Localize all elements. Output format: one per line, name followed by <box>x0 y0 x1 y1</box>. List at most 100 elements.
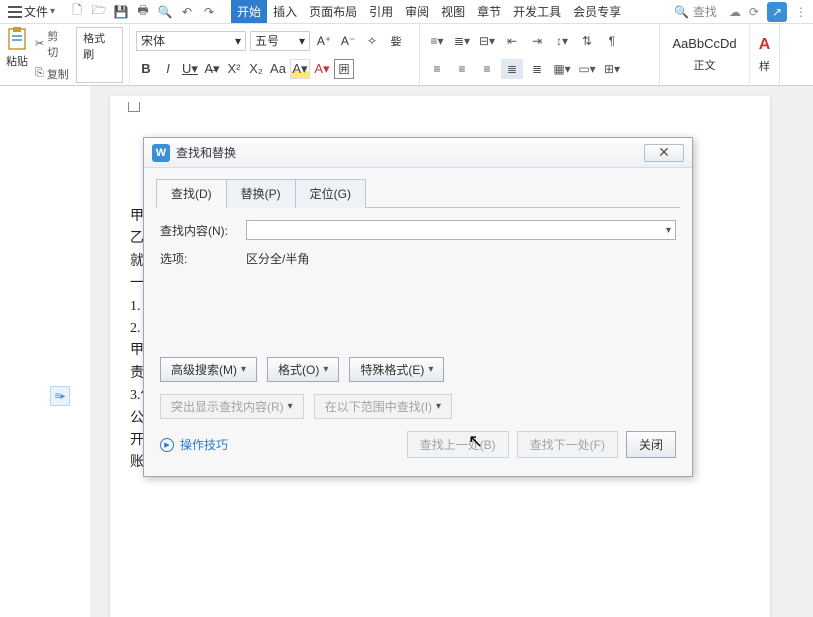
chevron-down-icon: ▾ <box>436 401 441 412</box>
strike-button[interactable]: A̶▾ <box>202 59 222 79</box>
shrink-font-button[interactable]: A⁻ <box>338 31 358 51</box>
tab-layout[interactable]: 页面布局 <box>303 0 363 23</box>
align-justify-button[interactable]: ≣ <box>501 59 523 79</box>
bullets-button[interactable]: ≡▾ <box>426 31 448 51</box>
print-preview-icon[interactable]: 🔍 <box>157 4 173 20</box>
hamburger-icon <box>8 6 22 18</box>
tabs-button[interactable]: ⊞▾ <box>601 59 623 79</box>
grow-font-button[interactable]: A⁺ <box>314 31 334 51</box>
subscript-button[interactable]: X₂ <box>246 59 266 79</box>
text-effects-icon[interactable]: A <box>759 36 771 54</box>
cut-button[interactable]: ✂ 剪切 <box>32 27 72 61</box>
align-center-button[interactable]: ≡ <box>451 59 473 79</box>
distribute-button[interactable]: ≣ <box>526 59 548 79</box>
find-content-input[interactable]: ▾ <box>246 220 676 240</box>
increase-indent-button[interactable]: ⇥ <box>526 31 548 51</box>
dialog-close-button[interactable]: ✕ <box>644 144 684 162</box>
char-border-button[interactable]: 囲 <box>334 59 354 79</box>
chevron-down-icon: ▾ <box>50 6 55 17</box>
multilevel-button[interactable]: ⊟▾ <box>476 31 498 51</box>
ruler-indent-marker[interactable] <box>128 102 140 112</box>
tab-review[interactable]: 审阅 <box>399 0 435 23</box>
align-left-button[interactable]: ≡ <box>426 59 448 79</box>
scissors-icon: ✂ <box>35 37 44 50</box>
sync-icon[interactable]: ⟳ <box>749 5 759 19</box>
clipboard-icon <box>6 27 28 51</box>
search-in-range-button: 在以下范围中查找(I) ▾ <box>314 394 452 419</box>
find-replace-dialog: W 查找和替换 ✕ 查找(D) 替换(P) 定位(G) 查找内容(N): ▾ 选… <box>143 137 693 477</box>
search-icon: 🔍 <box>674 5 689 19</box>
tab-devtools[interactable]: 开发工具 <box>507 0 567 23</box>
highlight-results-button: 突出显示查找内容(R) ▾ <box>160 394 304 419</box>
tab-references[interactable]: 引用 <box>363 0 399 23</box>
paste-button[interactable]: 粘贴 <box>6 27 28 83</box>
file-menu[interactable]: 文件 ▾ <box>4 1 59 22</box>
tab-find[interactable]: 查找(D) <box>156 179 227 208</box>
cloud-icon[interactable]: ☁ <box>729 5 741 19</box>
find-prev-button: 查找上一处(B) <box>407 431 509 458</box>
chevron-down-icon: ▾ <box>299 34 305 48</box>
borders-button[interactable]: ▭▾ <box>576 59 598 79</box>
font-size-select[interactable]: 五号 ▾ <box>250 31 310 51</box>
search-placeholder: 查找 <box>693 3 717 20</box>
new-doc-icon[interactable]: 🗋 <box>69 4 85 20</box>
sort-button[interactable]: ⇅ <box>576 31 598 51</box>
tab-goto[interactable]: 定位(G) <box>295 179 366 208</box>
ribbon-tabs: 开始 插入 页面布局 引用 审阅 视图 章节 开发工具 会员专享 <box>231 0 627 23</box>
chevron-down-icon: ▾ <box>235 34 241 48</box>
style-preview[interactable]: AaBbCcDd <box>672 36 736 51</box>
advanced-search-button[interactable]: 高级搜索(M) ▾ <box>160 357 257 382</box>
styles-label: 样 <box>759 58 770 74</box>
underline-button[interactable]: U▾ <box>180 59 200 79</box>
chevron-down-icon: ▾ <box>288 401 293 412</box>
play-icon: ▸ <box>160 438 174 452</box>
show-marks-button[interactable]: ¶ <box>601 31 623 51</box>
format-painter-button[interactable]: 格式刷 <box>76 27 123 83</box>
numbering-button[interactable]: ≣▾ <box>451 31 473 51</box>
shading-button[interactable]: ▦▾ <box>551 59 573 79</box>
phonetic-button[interactable]: 姕 <box>386 31 406 51</box>
tab-view[interactable]: 视图 <box>435 0 471 23</box>
options-value: 区分全/半角 <box>246 250 309 267</box>
print-icon[interactable]: 🖶 <box>135 4 151 20</box>
italic-button[interactable]: I <box>158 59 178 79</box>
tab-start[interactable]: 开始 <box>231 0 267 23</box>
highlight-button[interactable]: A▾ <box>290 59 310 79</box>
clear-format-button[interactable]: ✧ <box>362 31 382 51</box>
search-command[interactable]: 🔍 查找 <box>670 1 721 22</box>
more-menu[interactable]: ⋮ <box>795 5 809 19</box>
close-button[interactable]: 关闭 <box>626 431 676 458</box>
paste-label: 粘贴 <box>6 53 28 69</box>
redo-icon[interactable]: ↷ <box>201 4 217 20</box>
dialog-titlebar[interactable]: W 查找和替换 ✕ <box>144 138 692 168</box>
special-format-button[interactable]: 特殊格式(E) ▾ <box>349 357 444 382</box>
decrease-indent-button[interactable]: ⇤ <box>501 31 523 51</box>
tab-insert[interactable]: 插入 <box>267 0 303 23</box>
save-icon[interactable]: 💾 <box>113 4 129 20</box>
style-label: 正文 <box>694 57 716 73</box>
navigation-pane-icon[interactable]: ≡▸ <box>50 386 70 406</box>
font-name-select[interactable]: 宋体 ▾ <box>136 31 246 51</box>
open-icon[interactable]: 🗁 <box>91 4 107 20</box>
format-button[interactable]: 格式(O) ▾ <box>267 357 339 382</box>
superscript-button[interactable]: X² <box>224 59 244 79</box>
file-menu-label: 文件 <box>24 3 48 20</box>
copy-button[interactable]: ⎘ 复制 <box>32 65 72 83</box>
chevron-down-icon[interactable]: ▾ <box>666 225 671 236</box>
bold-button[interactable]: B <box>136 59 156 79</box>
dialog-tabs: 查找(D) 替换(P) 定位(G) <box>156 178 680 208</box>
wps-icon: W <box>152 144 170 162</box>
tab-replace[interactable]: 替换(P) <box>226 179 296 208</box>
chevron-down-icon: ▾ <box>428 364 433 375</box>
line-spacing-button[interactable]: ↕▾ <box>551 31 573 51</box>
font-color-button[interactable]: A▾ <box>312 59 332 79</box>
tips-link[interactable]: ▸ 操作技巧 <box>160 436 228 453</box>
undo-icon[interactable]: ↶ <box>179 4 195 20</box>
chevron-down-icon: ▾ <box>323 364 328 375</box>
tab-member[interactable]: 会员专享 <box>567 0 627 23</box>
align-right-button[interactable]: ≡ <box>476 59 498 79</box>
share-icon[interactable]: ↗ <box>767 2 787 22</box>
tab-sections[interactable]: 章节 <box>471 0 507 23</box>
chevron-down-icon: ▾ <box>241 364 246 375</box>
change-case-button[interactable]: Aa <box>268 59 288 79</box>
